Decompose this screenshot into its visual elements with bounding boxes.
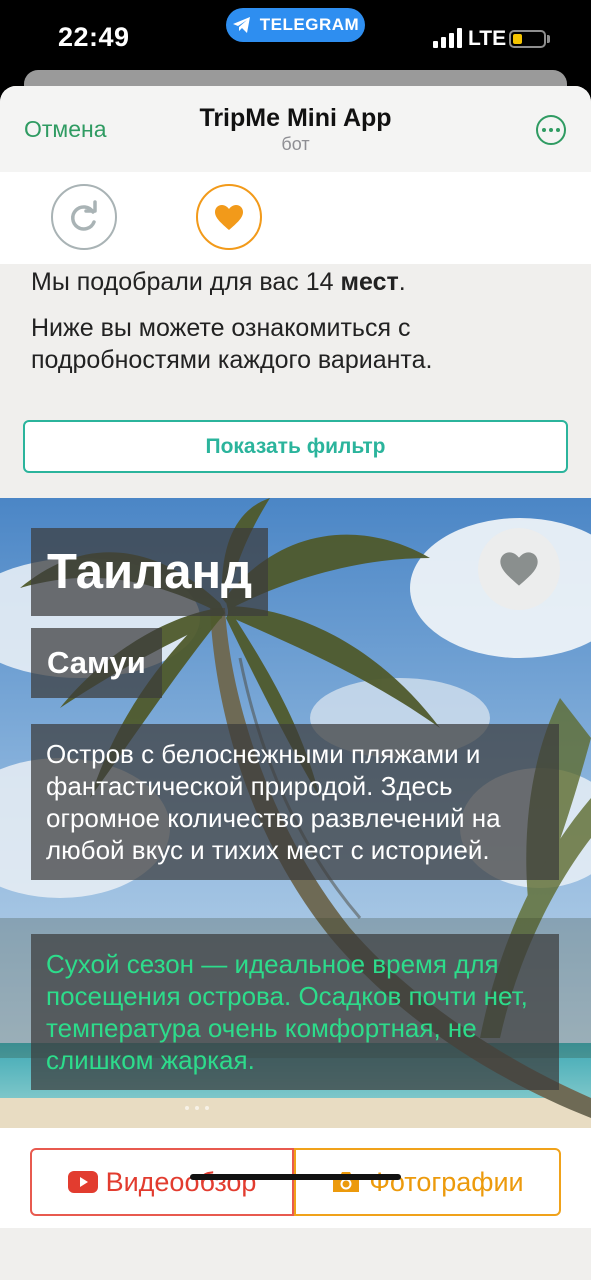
battery-cap: [547, 35, 550, 43]
refresh-button[interactable]: [51, 184, 117, 250]
refresh-icon: [71, 200, 97, 231]
results-suffix: .: [398, 268, 406, 296]
results-prefix: Мы подобрали для вас 14: [31, 268, 341, 296]
heart-icon: [500, 552, 538, 586]
photos-button[interactable]: Фотографии: [294, 1148, 561, 1216]
favorites-button[interactable]: [196, 184, 262, 250]
home-indicator: [190, 1174, 401, 1180]
page-title: TripMe Mini App: [199, 104, 392, 132]
destination-card[interactable]: Таиланд Самуи Остров с белоснежными пляж…: [0, 498, 591, 1128]
signal-icon: [433, 28, 462, 48]
carousel-dots: [185, 1106, 209, 1110]
photos-label: Фотографии: [369, 1166, 524, 1197]
mini-app-sheet: Отмена TripMe Mini App бот Мы подобрали …: [0, 86, 591, 1280]
status-bar: 22:49 TELEGRAM LTE: [0, 0, 591, 72]
favorite-button[interactable]: [478, 528, 560, 610]
more-icon[interactable]: [536, 115, 566, 145]
city-title: Самуи: [31, 628, 162, 698]
telegram-pill-label: TELEGRAM: [259, 15, 360, 34]
page-subtitle: бот: [281, 134, 310, 154]
youtube-icon: [67, 1171, 98, 1193]
telegram-pill[interactable]: TELEGRAM: [226, 8, 365, 42]
action-row: [0, 172, 591, 264]
season-info: Сухой сезон — идеальное время для посеще…: [31, 934, 559, 1090]
video-review-button[interactable]: Видеообзор: [30, 1148, 294, 1216]
telegram-plane-icon: [232, 17, 250, 33]
nav-bar: Отмена TripMe Mini App бот: [0, 86, 591, 173]
intro-description: Ниже вы можете ознакомиться с подробност…: [31, 314, 433, 374]
results-bold: мест: [340, 268, 399, 296]
status-time: 22:49: [58, 22, 130, 52]
country-title: Таиланд: [31, 528, 269, 616]
intro-block: Мы подобрали для вас 14 мест. Ниже вы мо…: [0, 264, 591, 407]
video-review-label: Видеообзор: [105, 1166, 257, 1197]
destination-description: Остров с белоснежными пляжами и фантасти…: [31, 724, 559, 880]
heart-icon: [215, 204, 243, 230]
show-filter-button[interactable]: Показать фильтр: [23, 420, 568, 473]
results-count-text: Мы подобрали для вас 14 мест.: [31, 266, 561, 298]
battery-icon: [509, 30, 546, 48]
network-label: LTE: [468, 27, 507, 50]
